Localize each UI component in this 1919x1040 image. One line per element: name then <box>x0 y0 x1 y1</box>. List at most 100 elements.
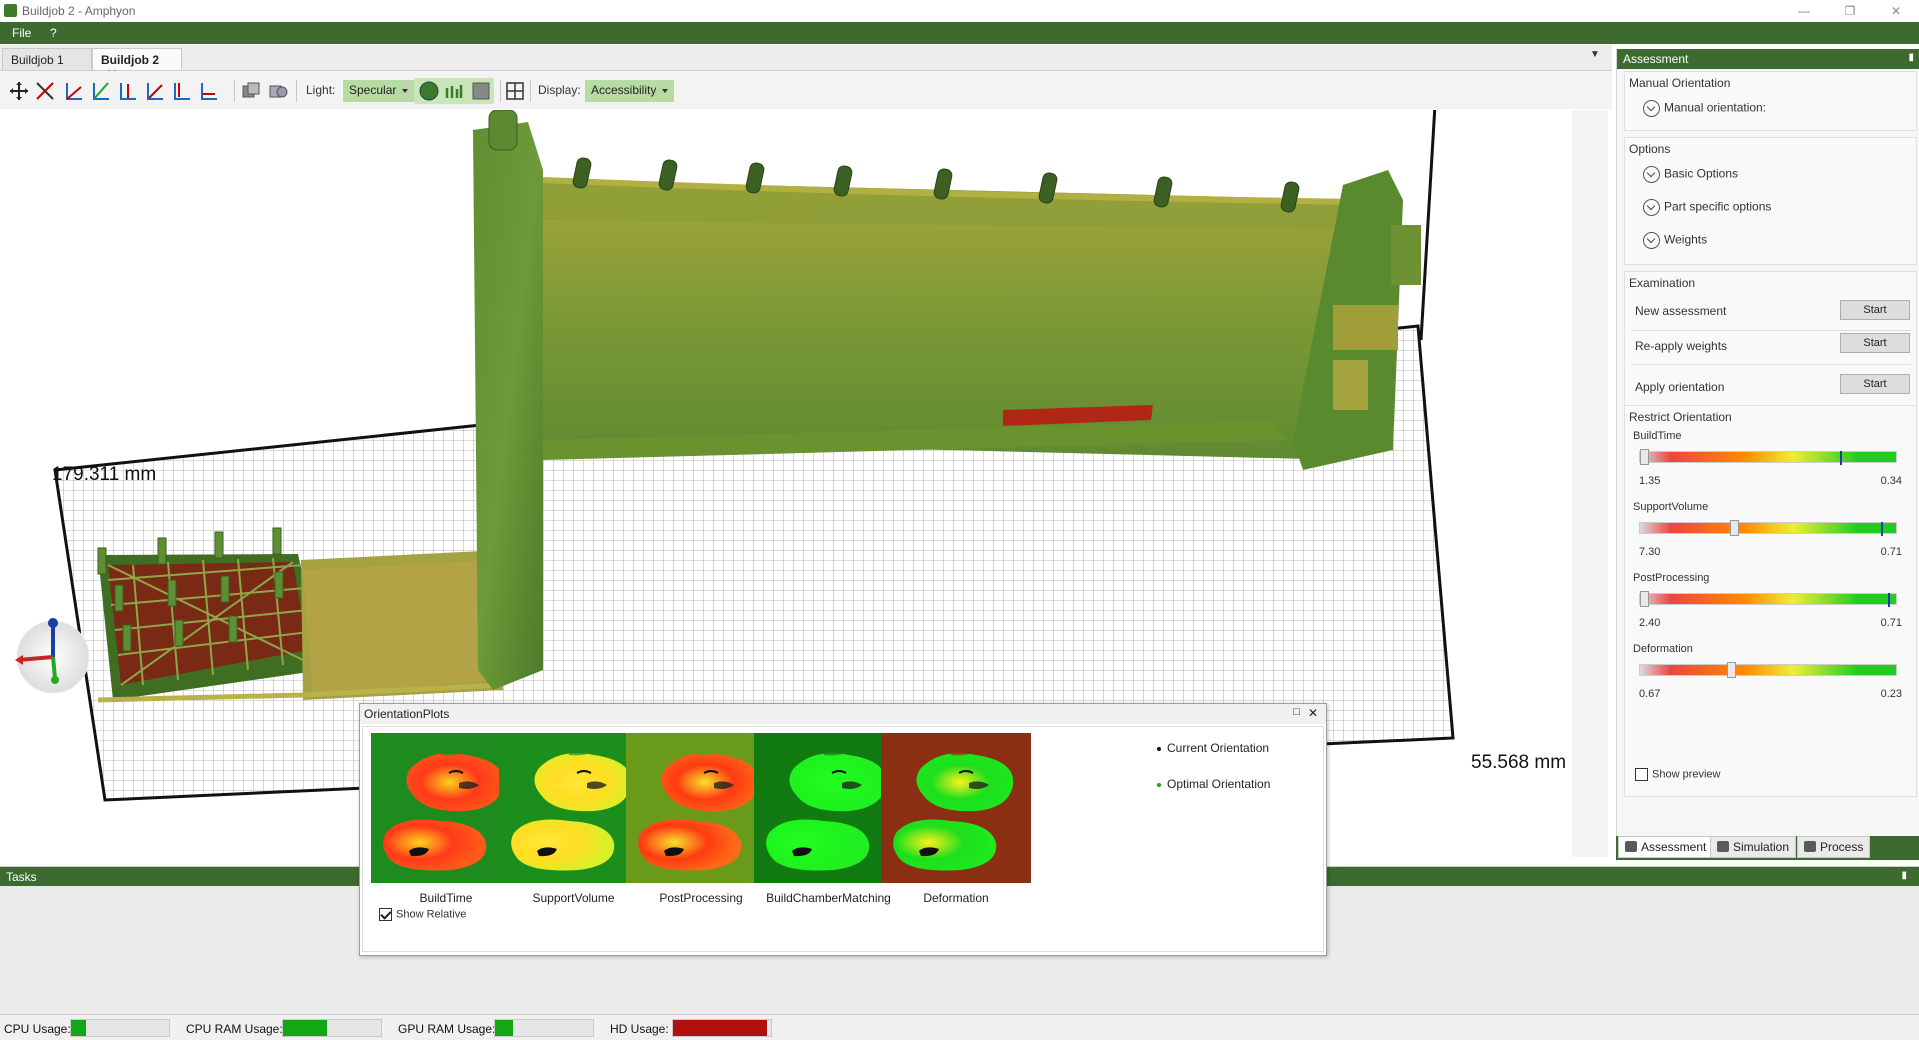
close-icon[interactable]: ✕ <box>1308 706 1318 720</box>
gpu-ram-usage-bar <box>494 1019 594 1037</box>
deformation-label: Deformation <box>1633 643 1693 655</box>
apply-orientation-label: Apply orientation <box>1635 380 1725 394</box>
paste-icon[interactable] <box>267 80 289 102</box>
deformation-plot-label: Deformation <box>923 891 989 905</box>
cube-icon <box>1717 841 1729 852</box>
manual-orientation-group: Manual Orientation Manual orientation: <box>1624 71 1917 131</box>
view-iso-icon[interactable] <box>171 80 193 102</box>
group-title: Manual Orientation <box>1629 76 1731 90</box>
new-assessment-label: New assessment <box>1635 304 1727 318</box>
view-z-icon[interactable] <box>117 80 139 102</box>
slider-min-value: 2.40 <box>1639 617 1661 629</box>
heatmap-image <box>881 733 1031 883</box>
tab-label: Buildjob 2 <box>101 53 159 67</box>
restrict-orientation-group: Restrict Orientation BuildTime 1.35 0.34 Su… <box>1624 405 1917 797</box>
tab-label: Assessment <box>1641 840 1707 854</box>
maximize-button[interactable]: ❐ <box>1827 2 1873 20</box>
gpu-ram-usage-label: GPU RAM Usage: <box>398 1022 496 1036</box>
hd-usage-bar <box>672 1019 772 1037</box>
view-x-icon[interactable] <box>63 80 85 102</box>
slider-thumb[interactable] <box>1640 449 1649 465</box>
dialog-header: OrientationPlots □ ✕ <box>360 704 1326 724</box>
copy-icon[interactable] <box>240 80 262 102</box>
tab-label: Process <box>1820 840 1864 854</box>
manual-orientation-expander[interactable]: Manual orientation: <box>1643 100 1766 117</box>
move-icon[interactable] <box>8 80 30 102</box>
weights-expander[interactable]: Weights <box>1643 232 1707 249</box>
dimension-y-label: 55.568 mm <box>1471 752 1567 773</box>
cpu-usage-bar <box>70 1019 170 1037</box>
maximize-icon[interactable]: □ <box>1293 706 1300 718</box>
current-dot-icon <box>1157 746 1161 751</box>
minimize-button[interactable]: — <box>1781 2 1827 20</box>
gears-icon <box>1804 841 1816 852</box>
apply-orientation-start-button[interactable]: Start <box>1840 374 1910 394</box>
slider-min-value: 0.67 <box>1639 688 1661 700</box>
basic-options-expander[interactable]: Basic Options <box>1643 166 1738 183</box>
group-title: Restrict Orientation <box>1629 410 1732 424</box>
tab-simulation[interactable]: Simulation <box>1710 836 1797 858</box>
close-window-button[interactable]: ✕ <box>1873 2 1919 20</box>
chevron-down-icon <box>1643 166 1660 183</box>
app-icon <box>4 4 17 17</box>
show-relative-checkbox[interactable]: Show Relative <box>379 908 466 921</box>
dialog-content: BuildTime SupportVolume PostProcessing B… <box>362 726 1324 952</box>
legend-label: Optimal Orientation <box>1167 777 1271 791</box>
solid-mode-icon[interactable] <box>470 80 492 102</box>
expander-label: Weights <box>1664 232 1708 247</box>
show-preview-checkbox[interactable]: Show preview <box>1635 768 1720 781</box>
optimal-marker <box>1880 522 1883 536</box>
supportvolume-slider[interactable] <box>1639 520 1897 536</box>
cube-icon <box>1625 841 1637 852</box>
cpu-ram-usage-bar <box>282 1019 382 1037</box>
pin-icon[interactable]: ▮ <box>1908 52 1914 63</box>
new-assessment-start-button[interactable]: Start <box>1840 300 1910 320</box>
reapply-weights-start-button[interactable]: Start <box>1840 333 1910 353</box>
expander-label: Basic Options <box>1664 166 1739 181</box>
checkbox-label: Show Relative <box>396 908 467 921</box>
tab-label: Buildjob 1 <box>11 53 64 67</box>
shaded-mode-icon[interactable] <box>418 80 440 102</box>
tab-process[interactable]: Process <box>1797 836 1871 858</box>
legend-current: Current Orientation <box>1157 741 1269 755</box>
part-specific-options-expander[interactable]: Part specific options <box>1643 199 1771 216</box>
tab-assessment[interactable]: Assessment <box>1618 836 1714 858</box>
bar-fill <box>71 1020 86 1036</box>
optimal-marker <box>1839 451 1842 465</box>
deformation-slider[interactable] <box>1639 662 1897 678</box>
chevron-down-icon <box>1643 199 1660 216</box>
tab-overflow-icon[interactable]: ▼ <box>1590 49 1600 60</box>
view-y-icon[interactable] <box>90 80 112 102</box>
menu-file[interactable]: File <box>6 25 37 41</box>
dialog-title: OrientationPlots <box>364 707 450 721</box>
panel-title: Assessment <box>1623 52 1689 66</box>
postprocessing-slider[interactable] <box>1639 591 1897 607</box>
light-dropdown[interactable]: Specular <box>343 80 415 102</box>
grid-icon[interactable] <box>504 80 526 102</box>
expander-label: Manual orientation: <box>1664 100 1767 115</box>
tab-buildjob-2[interactable]: Buildjob 2 ✕ <box>92 48 182 81</box>
tab-label: Simulation <box>1733 840 1790 854</box>
slider-thumb[interactable] <box>1640 591 1649 607</box>
view-z-rotate-icon[interactable] <box>144 80 166 102</box>
tab-buildjob-1[interactable]: Buildjob 1 <box>2 48 92 70</box>
slider-max-value: 0.71 <box>1880 546 1902 558</box>
buildtime-slider[interactable] <box>1639 449 1897 465</box>
menu-bar: File ? <box>0 22 1919 44</box>
deformation-plot[interactable] <box>881 733 1031 883</box>
slider-max-value: 0.71 <box>1880 617 1902 629</box>
expander-label: Part specific options <box>1664 199 1772 214</box>
support-mode-icon[interactable] <box>442 80 464 102</box>
optimal-dot-icon <box>1157 782 1161 787</box>
slider-thumb[interactable] <box>1729 520 1739 536</box>
pin-icon[interactable]: ▮ <box>1901 870 1907 881</box>
display-dropdown[interactable]: Accessibility <box>585 80 675 102</box>
scale-icon[interactable] <box>34 80 56 102</box>
menu-help[interactable]: ? <box>44 25 63 41</box>
reapply-weights-label: Re-apply weights <box>1635 339 1728 353</box>
buildtime-label: BuildTime <box>1633 430 1682 442</box>
dimension-x-label: 179.311 mm <box>52 464 157 485</box>
checkbox-box <box>379 908 392 921</box>
slider-thumb[interactable] <box>1727 662 1737 678</box>
view-back-icon[interactable] <box>198 80 220 102</box>
